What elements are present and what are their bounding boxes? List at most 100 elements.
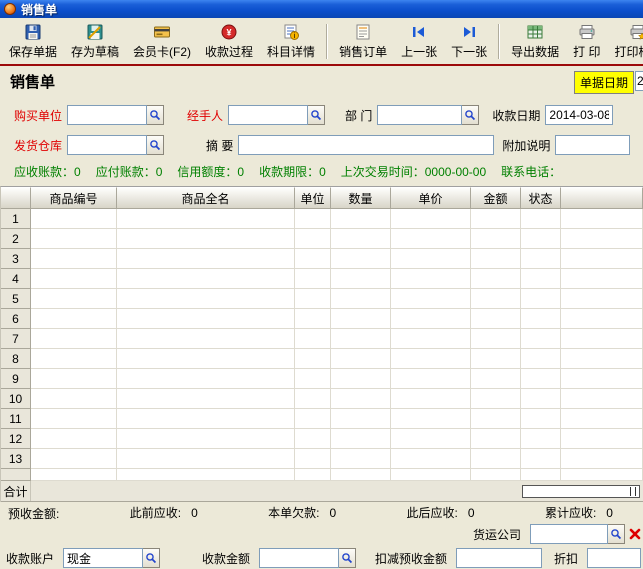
toolbar-sales-order-button[interactable]: 销售订单 [332, 20, 394, 63]
discount-input[interactable] [587, 548, 641, 568]
cell-status[interactable] [521, 209, 561, 229]
receipt-date-input[interactable] [545, 105, 613, 125]
cell-quantity[interactable] [331, 229, 391, 249]
cell-status[interactable] [521, 269, 561, 289]
cell-quantity[interactable] [331, 289, 391, 309]
toolbar-print-style-button[interactable]: 打印样式 [607, 20, 643, 63]
document-date-button[interactable]: 单据日期 [574, 71, 634, 94]
row-number-cell[interactable]: 2 [1, 229, 31, 249]
cell-status[interactable] [521, 249, 561, 269]
cell-product-code[interactable] [31, 229, 117, 249]
handler-lookup-button[interactable] [308, 105, 325, 125]
cell-product-code[interactable] [31, 449, 117, 469]
cell-amount[interactable] [471, 409, 521, 429]
cell-unit-price[interactable] [391, 409, 471, 429]
cell-amount[interactable] [471, 249, 521, 269]
cell-unit[interactable] [295, 229, 331, 249]
freight-lookup-button[interactable] [608, 524, 625, 544]
toolbar-subject-detail-button[interactable]: i 科目详情 [260, 20, 322, 63]
toolbar-draft-button[interactable]: 存为草稿 [64, 20, 126, 63]
cell-amount[interactable] [471, 429, 521, 449]
warehouse-lookup-button[interactable] [147, 135, 164, 155]
cell-amount[interactable] [471, 369, 521, 389]
cell-unit[interactable] [295, 269, 331, 289]
cell-quantity[interactable] [331, 429, 391, 449]
row-number-cell[interactable]: 12 [1, 429, 31, 449]
cell-unit[interactable] [295, 209, 331, 229]
cell-product-code[interactable] [31, 269, 117, 289]
cell-product-name[interactable] [117, 409, 295, 429]
cell-unit-price[interactable] [391, 289, 471, 309]
cell-status[interactable] [521, 289, 561, 309]
cell-product-name[interactable] [117, 269, 295, 289]
cell-unit-price[interactable] [391, 309, 471, 329]
cell-product-code[interactable] [31, 249, 117, 269]
toolbar-print-button[interactable]: 打 印 [566, 20, 607, 63]
toolbar-member-card-button[interactable]: 会员卡(F2) [126, 20, 198, 63]
buyer-lookup-button[interactable] [147, 105, 164, 125]
summary-input[interactable] [238, 135, 494, 155]
cell-quantity[interactable] [331, 269, 391, 289]
handler-input[interactable] [228, 105, 308, 125]
cell-amount[interactable] [471, 289, 521, 309]
cell-status[interactable] [521, 389, 561, 409]
cell-amount[interactable] [471, 269, 521, 289]
cell-status[interactable] [521, 229, 561, 249]
cell-product-code[interactable] [31, 409, 117, 429]
cell-quantity[interactable] [331, 409, 391, 429]
row-number-cell[interactable]: 11 [1, 409, 31, 429]
buyer-input[interactable] [67, 105, 147, 125]
cell-product-code[interactable] [31, 369, 117, 389]
cell-status[interactable] [521, 449, 561, 469]
cell-unit-price[interactable] [391, 449, 471, 469]
payment-account-lookup-button[interactable] [143, 548, 160, 568]
cell-product-name[interactable] [117, 229, 295, 249]
cell-quantity[interactable] [331, 389, 391, 409]
warehouse-input[interactable] [67, 135, 147, 155]
cell-quantity[interactable] [331, 249, 391, 269]
cell-status[interactable] [521, 309, 561, 329]
cell-unit[interactable] [295, 389, 331, 409]
cell-quantity[interactable] [331, 309, 391, 329]
department-input[interactable] [377, 105, 462, 125]
cell-amount[interactable] [471, 449, 521, 469]
row-number-cell[interactable]: 6 [1, 309, 31, 329]
cell-product-name[interactable] [117, 349, 295, 369]
cell-product-name[interactable] [117, 209, 295, 229]
row-number-cell[interactable]: 7 [1, 329, 31, 349]
toolbar-payment-process-button[interactable]: ¥ 收款过程 [198, 20, 260, 63]
department-lookup-button[interactable] [462, 105, 479, 125]
cell-product-code[interactable] [31, 329, 117, 349]
toolbar-next-button[interactable]: 下一张 [444, 20, 494, 63]
cell-amount[interactable] [471, 209, 521, 229]
row-number-cell[interactable]: 13 [1, 449, 31, 469]
cell-quantity[interactable] [331, 449, 391, 469]
cell-amount[interactable] [471, 329, 521, 349]
cell-unit[interactable] [295, 449, 331, 469]
cell-unit-price[interactable] [391, 209, 471, 229]
toolbar-previous-button[interactable]: 上一张 [394, 20, 444, 63]
cell-unit[interactable] [295, 249, 331, 269]
cell-product-code[interactable] [31, 389, 117, 409]
cell-product-code[interactable] [31, 429, 117, 449]
cell-product-name[interactable] [117, 389, 295, 409]
row-number-cell[interactable]: 1 [1, 209, 31, 229]
cell-unit[interactable] [295, 429, 331, 449]
cell-unit[interactable] [295, 369, 331, 389]
deduct-advance-input[interactable] [456, 548, 542, 568]
cell-product-code[interactable] [31, 289, 117, 309]
cell-unit[interactable] [295, 309, 331, 329]
cell-unit-price[interactable] [391, 429, 471, 449]
horizontal-scrollbar[interactable] [522, 485, 640, 498]
cell-unit-price[interactable] [391, 389, 471, 409]
cell-unit[interactable] [295, 329, 331, 349]
cell-unit-price[interactable] [391, 269, 471, 289]
cell-unit[interactable] [295, 409, 331, 429]
cell-status[interactable] [521, 409, 561, 429]
cell-product-name[interactable] [117, 449, 295, 469]
payment-amount-lookup-button[interactable] [339, 548, 356, 568]
cell-unit-price[interactable] [391, 329, 471, 349]
cell-product-name[interactable] [117, 309, 295, 329]
row-number-cell[interactable]: 9 [1, 369, 31, 389]
cell-product-name[interactable] [117, 329, 295, 349]
